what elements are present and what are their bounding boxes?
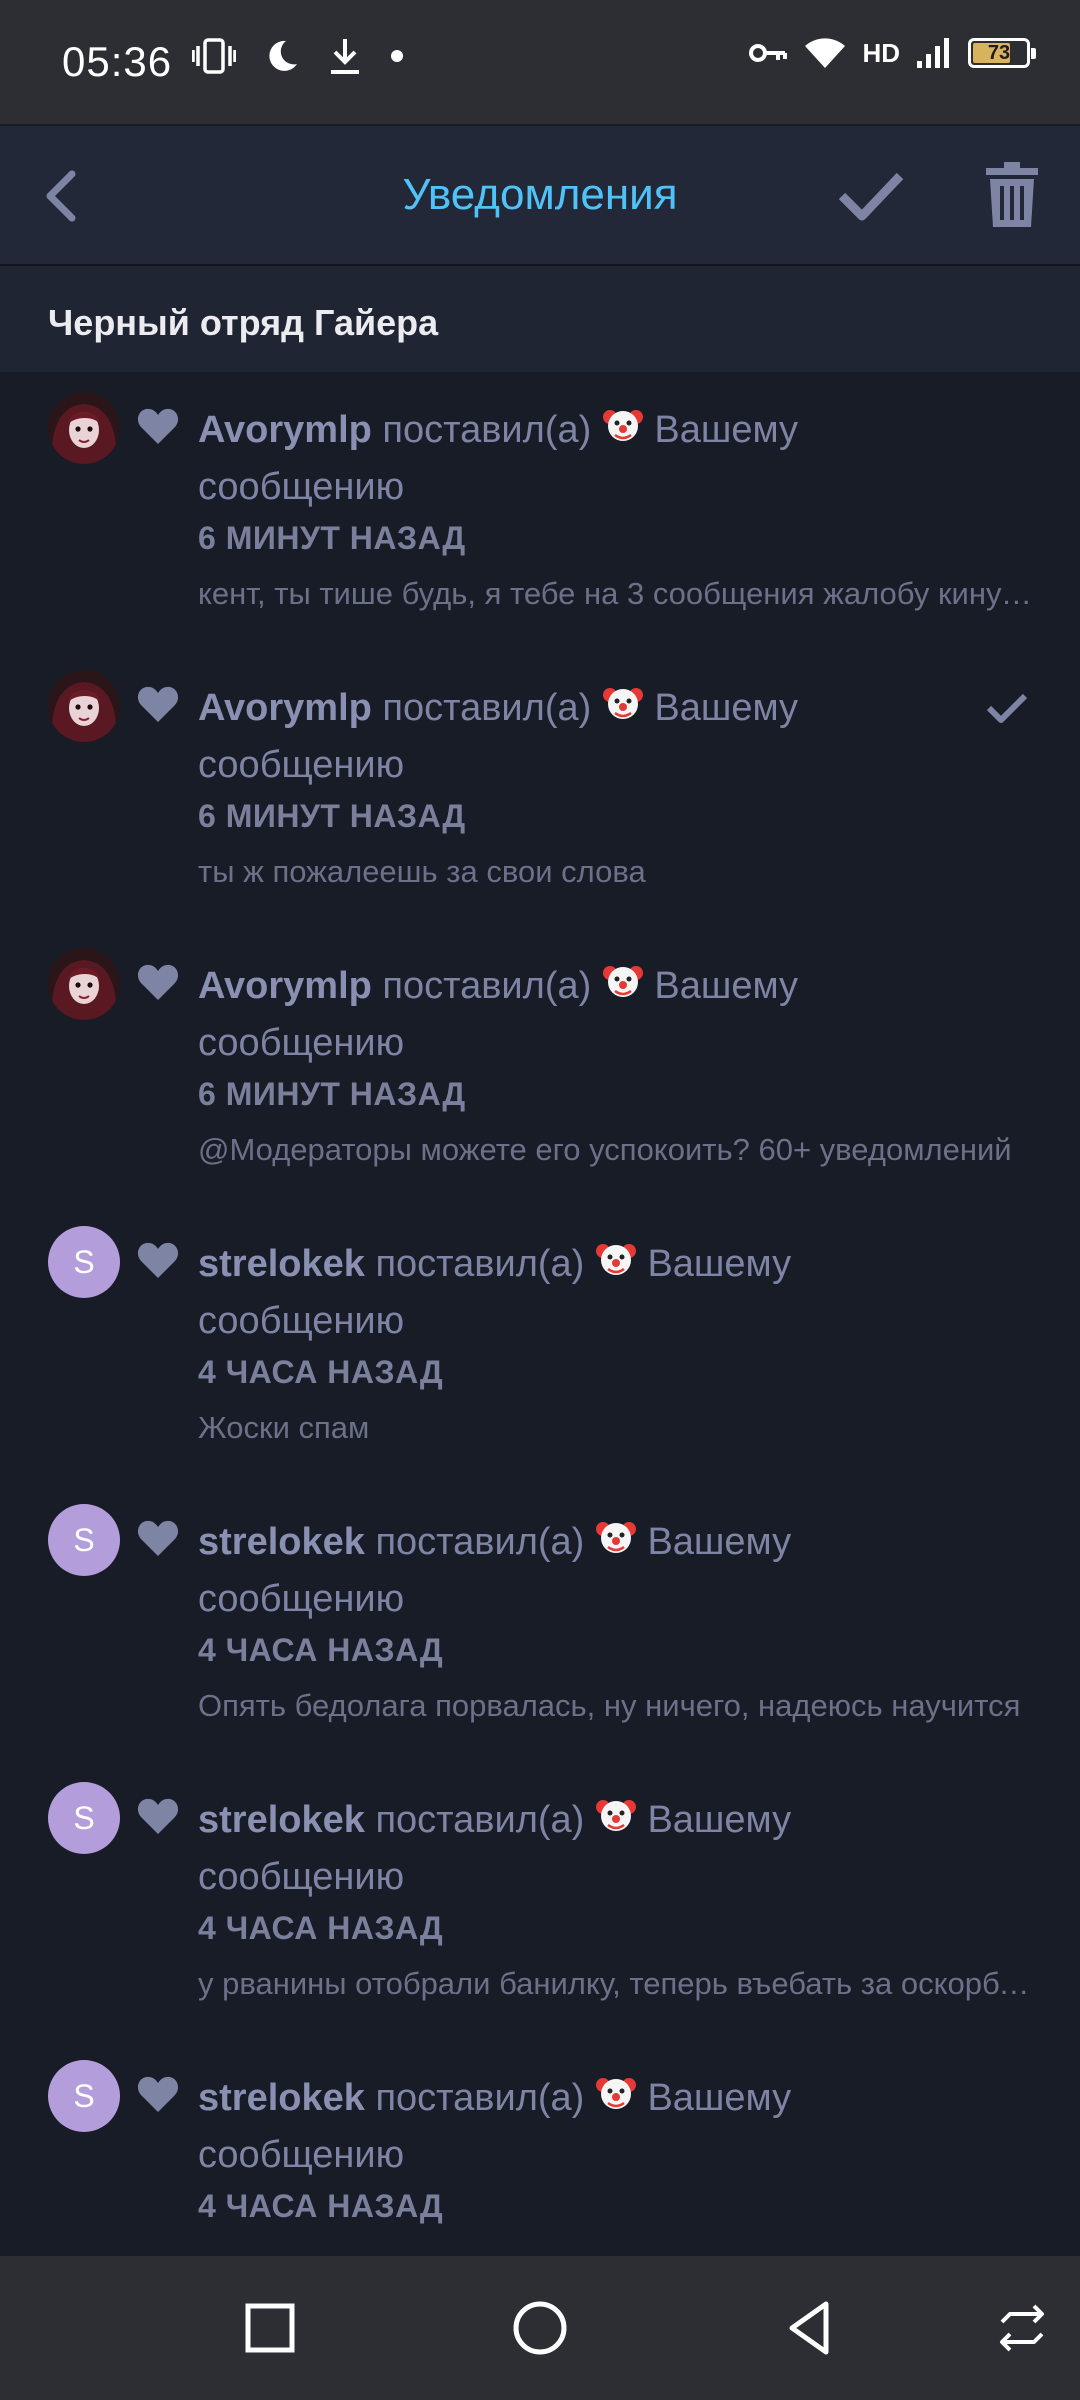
clown-emoji-icon: [595, 1244, 636, 1275]
clown-emoji-icon: [595, 1522, 636, 1553]
action-text: поставил(а): [382, 409, 592, 451]
heart-icon: [137, 964, 179, 1000]
read-check-icon[interactable]: [986, 690, 1028, 726]
action-text: поставил(а): [382, 687, 592, 729]
home-circle-icon[interactable]: [508, 2296, 572, 2360]
clown-emoji-icon: [595, 2078, 636, 2109]
group-title: Черный отряд Гайера: [48, 302, 439, 343]
timestamp: 6 МИНУТ НАЗАД: [198, 520, 466, 556]
avatar[interactable]: S: [48, 1226, 120, 1298]
notification-text: Avorymlp поставил(а) Вашему сообщению: [198, 402, 838, 516]
system-nav-bar: [0, 2256, 1080, 2400]
notification-text: Avorymlp поставил(а) Вашему сообщению: [198, 958, 838, 1072]
clown-emoji-icon: [602, 966, 643, 997]
avatar[interactable]: [48, 670, 120, 742]
notification-text: Avorymlp поставил(а) Вашему сообщению: [198, 680, 838, 794]
notification-text: strelokek поставил(а) Вашему сообщению: [198, 2070, 838, 2184]
clock: 05:36: [62, 38, 173, 85]
heart-icon: [137, 408, 179, 444]
timestamp: 4 ЧАСА НАЗАД: [198, 1354, 444, 1390]
battery-icon: 73: [968, 38, 1036, 68]
rotate-icon[interactable]: [990, 2296, 1054, 2360]
trash-icon[interactable]: [982, 160, 1042, 230]
timestamp: 4 ЧАСА НАЗАД: [198, 1632, 444, 1668]
wifi-icon: [805, 38, 846, 68]
timestamp: 4 ЧАСА НАЗАД: [198, 2188, 444, 2224]
battery-level: 73: [987, 41, 1011, 64]
status-bar: 05:36 HD 73: [0, 0, 1080, 124]
message-snippet: Жоски спам: [198, 1410, 370, 1445]
timestamp: 6 МИНУТ НАЗАД: [198, 1076, 466, 1112]
do-not-disturb-icon: [269, 40, 297, 71]
vibrate-icon: [192, 38, 236, 74]
username[interactable]: strelokek: [198, 1243, 365, 1285]
heart-icon: [137, 1798, 179, 1834]
notification-list: Avorymlp поставил(а) Вашему сообщению 6 …: [0, 372, 1080, 2318]
recents-square-icon[interactable]: [238, 2296, 302, 2360]
page-title: Уведомления: [402, 170, 678, 219]
avatar[interactable]: S: [48, 2060, 120, 2132]
avatar[interactable]: [48, 948, 120, 1020]
notification-item[interactable]: S strelokek поставил(а) Вашему сообщению…: [0, 1206, 1080, 1484]
message-snippet: кент, ты тише будь, я тебе на 3 сообщени…: [198, 576, 1032, 611]
group-header: Черный отряд Гайера: [0, 266, 1080, 372]
action-text: поставил(а): [375, 2077, 585, 2119]
app-bar: Уведомления: [0, 126, 1080, 264]
timestamp: 4 ЧАСА НАЗАД: [198, 1910, 444, 1946]
message-snippet: Опять бедолага порвалась, ну ничего, над…: [198, 1688, 1021, 1723]
notification-text: strelokek поставил(а) Вашему сообщению: [198, 1236, 838, 1350]
timestamp: 6 МИНУТ НАЗАД: [198, 798, 466, 834]
checkmark-icon[interactable]: [836, 166, 906, 226]
heart-icon: [137, 1242, 179, 1278]
notification-item[interactable]: Avorymlp поставил(а) Вашему сообщению 6 …: [0, 372, 1080, 650]
username[interactable]: Avorymlp: [198, 687, 372, 729]
username[interactable]: Avorymlp: [198, 409, 372, 451]
back-triangle-icon[interactable]: [778, 2296, 842, 2360]
vpn-key-icon: [749, 44, 788, 62]
notification-text: strelokek поставил(а) Вашему сообщению: [198, 1514, 838, 1628]
action-text: поставил(а): [375, 1799, 585, 1841]
network-type: HD: [862, 37, 900, 68]
clown-emoji-icon: [595, 1800, 636, 1831]
notification-text: strelokek поставил(а) Вашему сообщению: [198, 1792, 838, 1906]
avatar[interactable]: [48, 392, 120, 464]
username[interactable]: strelokek: [198, 1799, 365, 1841]
notification-item[interactable]: S strelokek поставил(а) Вашему сообщению…: [0, 1484, 1080, 1762]
message-snippet: ты ж пожалеешь за свои слова: [198, 854, 646, 889]
action-text: поставил(а): [375, 1243, 585, 1285]
notification-item[interactable]: Avorymlp поставил(а) Вашему сообщению 6 …: [0, 928, 1080, 1206]
signal-icon: [917, 38, 949, 68]
avatar[interactable]: S: [48, 1504, 120, 1576]
avatar[interactable]: S: [48, 1782, 120, 1854]
username[interactable]: strelokek: [198, 2077, 365, 2119]
username[interactable]: strelokek: [198, 1521, 365, 1563]
dot-icon: [391, 50, 403, 62]
message-snippet: @Модераторы можете его успокоить? 60+ ув…: [198, 1132, 1012, 1167]
message-snippet: у рванины отобрали банилку, теперь въеба…: [198, 1966, 1032, 2001]
heart-icon: [137, 686, 179, 722]
heart-icon: [137, 1520, 179, 1556]
username[interactable]: Avorymlp: [198, 965, 372, 1007]
download-icon: [331, 39, 359, 74]
heart-icon: [137, 2076, 179, 2112]
action-text: поставил(а): [382, 965, 592, 1007]
clown-emoji-icon: [602, 410, 643, 441]
action-text: поставил(а): [375, 1521, 585, 1563]
notification-item[interactable]: S strelokek поставил(а) Вашему сообщению…: [0, 1762, 1080, 2040]
notification-item[interactable]: Avorymlp поставил(а) Вашему сообщению 6 …: [0, 650, 1080, 928]
clown-emoji-icon: [602, 688, 643, 719]
